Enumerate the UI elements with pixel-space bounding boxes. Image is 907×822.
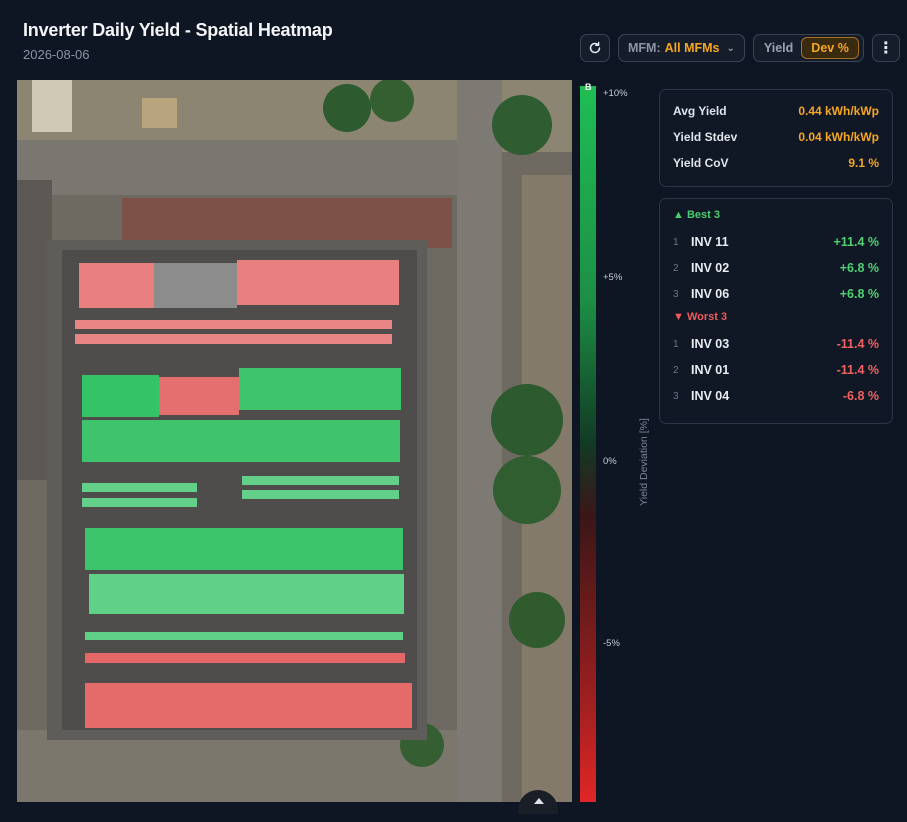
worst-row[interactable]: 3 INV 04 -6.8 % — [673, 383, 879, 409]
mfm-select[interactable]: MFM: All MFMs ⌄ — [618, 34, 745, 62]
road — [457, 80, 502, 802]
terrain — [17, 730, 457, 802]
stat-label: Avg Yield — [673, 104, 727, 118]
rank-number: 3 — [673, 390, 679, 402]
deviation-value: +6.8 % — [839, 261, 879, 275]
stat-label: Yield Stdev — [673, 130, 738, 144]
best-heading: ▲ Best 3 — [673, 209, 720, 221]
tree — [493, 456, 561, 524]
tree — [491, 384, 563, 456]
colorbar-title: Yield Deviation [%] — [638, 418, 650, 506]
inverter-zone — [85, 683, 412, 728]
inverter-name: INV 11 — [691, 235, 729, 249]
inverter-zone — [82, 420, 400, 462]
heatmap-map[interactable] — [17, 80, 572, 802]
stats-card: Avg Yield 0.44 kWh/kWp Yield Stdev 0.04 … — [659, 89, 893, 187]
inverter-zone — [85, 632, 403, 640]
inverter-zone — [82, 483, 197, 492]
refresh-button[interactable] — [580, 34, 610, 62]
stat-label: Yield CoV — [673, 156, 729, 170]
inverter-zone — [75, 320, 392, 329]
road — [17, 140, 487, 195]
mode-dev-button[interactable]: Dev % — [801, 37, 859, 59]
tree — [370, 80, 414, 122]
stat-row: Avg Yield 0.44 kWh/kWp — [673, 98, 879, 124]
deviation-value: +11.4 % — [833, 235, 879, 249]
worst-row[interactable]: 2 INV 01 -11.4 % — [673, 357, 879, 383]
inverter-zone — [85, 528, 403, 570]
best-row[interactable]: 3 INV 06 +6.8 % — [673, 281, 879, 307]
colorbar-tick-zero: 0% — [603, 456, 617, 467]
date-label: 2026-08-06 — [23, 47, 90, 62]
deviation-value: -6.8 % — [842, 389, 879, 403]
refresh-icon — [589, 41, 601, 54]
tree — [492, 95, 552, 155]
inverter-zone — [242, 490, 399, 499]
inverter-zone — [89, 574, 404, 614]
worst-heading: ▼ Worst 3 — [673, 311, 728, 323]
inverter-zone — [154, 263, 237, 308]
inverter-zone — [242, 476, 399, 485]
stat-row: Yield CoV 9.1 % — [673, 150, 879, 176]
colorbar-tick-max: +10% — [603, 88, 628, 99]
rank-number: 1 — [673, 338, 679, 350]
stat-value: 9.1 % — [848, 156, 879, 170]
rank-number: 3 — [673, 288, 679, 300]
stat-value: 0.04 kWh/kWp — [798, 130, 879, 144]
best-row[interactable]: 1 INV 11 +11.4 % — [673, 229, 879, 255]
toolbar: MFM: All MFMs ⌄ Yield Dev % ⋮ — [580, 34, 900, 62]
worst-row[interactable]: 1 INV 03 -11.4 % — [673, 331, 879, 357]
building — [32, 80, 72, 132]
chevron-down-icon: ⌄ — [726, 42, 735, 54]
deviation-value: -11.4 % — [836, 337, 879, 351]
inverter-name: INV 06 — [691, 287, 730, 301]
inverter-zone — [79, 263, 154, 308]
view-mode-toggle: Yield Dev % — [752, 34, 864, 62]
deviation-value: -11.4 % — [836, 363, 879, 377]
building — [17, 180, 52, 480]
mode-yield-button[interactable]: Yield — [764, 41, 793, 55]
inverter-zone — [239, 368, 401, 410]
more-vertical-icon: ⋮ — [877, 40, 894, 57]
inverter-zone — [82, 375, 159, 417]
stat-value: 0.44 kWh/kWp — [798, 104, 879, 118]
building — [142, 98, 177, 128]
deviation-value: +6.8 % — [839, 287, 879, 301]
colorbar-top-marker: B — [585, 82, 592, 92]
mfm-label: MFM: — [628, 41, 661, 55]
rank-number: 1 — [673, 236, 679, 248]
inverter-name: INV 02 — [691, 261, 730, 275]
colorbar — [580, 86, 596, 802]
inverter-name: INV 01 — [691, 363, 730, 377]
colorbar-tick-minus5: -5% — [603, 638, 620, 649]
inverter-zone — [159, 377, 239, 415]
ranking-card: ▲ Best 3 1 INV 11 +11.4 % 2 INV 02 +6.8 … — [659, 198, 893, 424]
stat-row: Yield Stdev 0.04 kWh/kWp — [673, 124, 879, 150]
more-options-button[interactable]: ⋮ — [871, 34, 900, 62]
mfm-value: All MFMs — [664, 41, 720, 55]
page-title: Inverter Daily Yield - Spatial Heatmap — [23, 20, 333, 40]
tree — [323, 84, 371, 132]
best-row[interactable]: 2 INV 02 +6.8 % — [673, 255, 879, 281]
rank-number: 2 — [673, 364, 679, 376]
tree — [509, 592, 565, 648]
inverter-name: INV 04 — [691, 389, 730, 403]
inverter-zone — [237, 260, 399, 305]
inverter-zone — [75, 334, 392, 344]
colorbar-tick-plus5: +5% — [603, 272, 623, 283]
inverter-zone — [82, 498, 197, 507]
inverter-name: INV 03 — [691, 337, 730, 351]
inverter-zone — [85, 653, 405, 663]
rank-number: 2 — [673, 262, 679, 274]
